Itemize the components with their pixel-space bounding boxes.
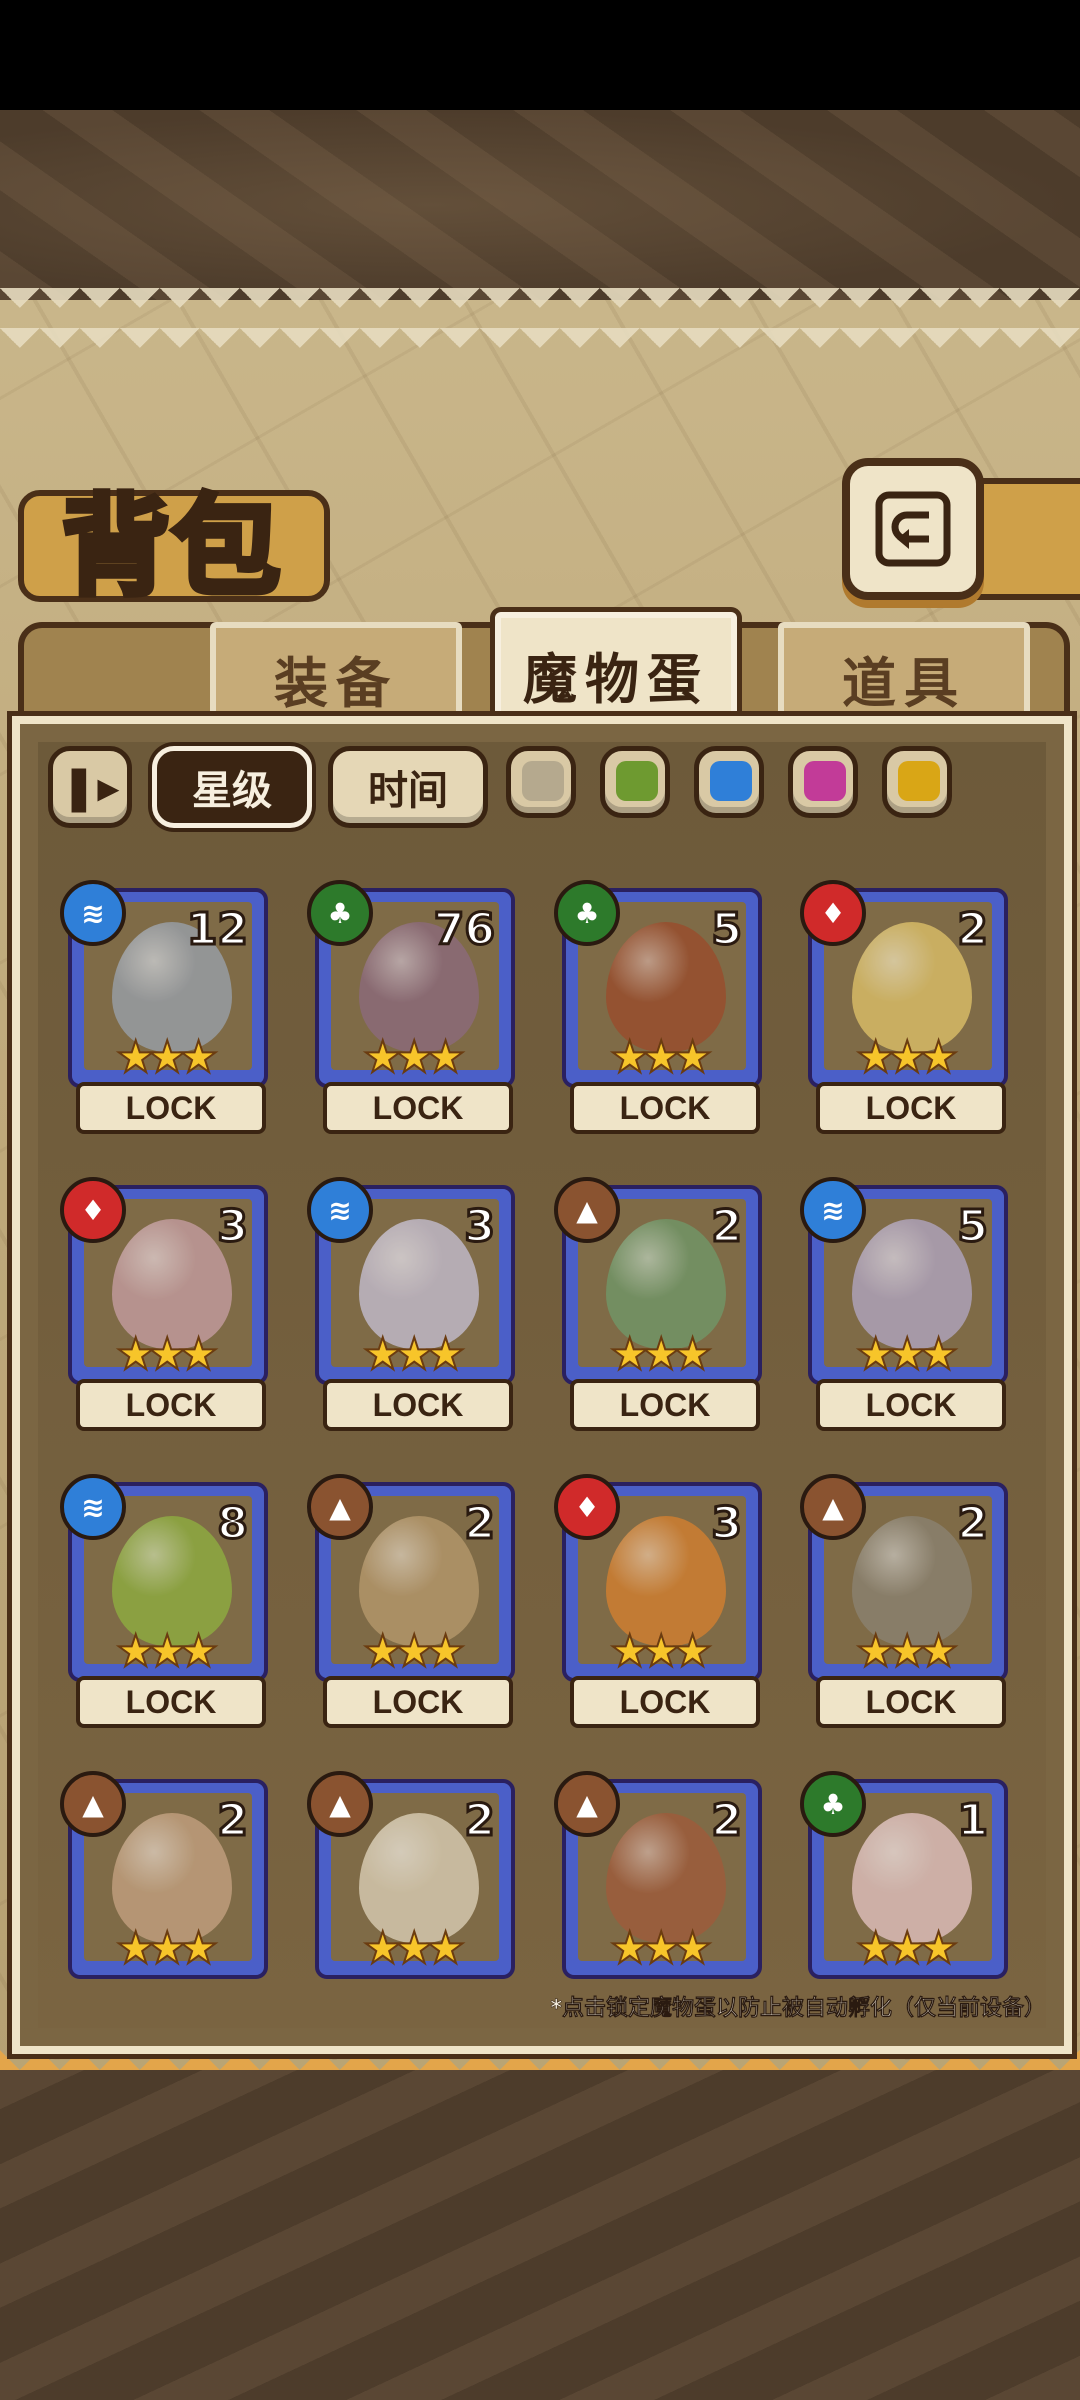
filter-color-gray[interactable] (506, 746, 576, 818)
egg-count: 2 (216, 1794, 250, 1848)
element-fire-icon: ♦ (800, 880, 866, 946)
element-leaf-icon: ♣ (800, 1771, 866, 1837)
egg-count: 2 (463, 1794, 497, 1848)
element-earth-icon: ▲ (554, 1771, 620, 1837)
status-bar (0, 0, 1080, 110)
filter-color-yellow[interactable] (882, 746, 952, 818)
sort-toggle-icon: ❚▸ (60, 761, 120, 813)
background-map-top (0, 110, 1080, 300)
egg-count: 2 (710, 1794, 744, 1848)
element-fire-icon: ♦ (60, 1177, 126, 1243)
element-leaf-icon: ♣ (554, 880, 620, 946)
egg-card[interactable]: 3 ★★★ ♦ LOCK (60, 1177, 268, 1431)
lock-button[interactable]: LOCK (323, 1676, 513, 1728)
lock-button[interactable]: LOCK (816, 1379, 1006, 1431)
egg-stars: ★★★ (855, 1922, 959, 1975)
filter-time-button[interactable]: 时间 (328, 746, 488, 828)
egg-stars: ★★★ (362, 1922, 466, 1975)
egg-stars: ★★★ (362, 1031, 466, 1084)
element-earth-icon: ▲ (554, 1177, 620, 1243)
egg-count: 3 (216, 1200, 250, 1254)
egg-card[interactable]: 5 ★★★ ≋ LOCK (800, 1177, 1008, 1431)
egg-stars: ★★★ (609, 1328, 713, 1381)
egg-stars: ★★★ (855, 1625, 959, 1678)
egg-card[interactable]: 5 ★★★ ♣ LOCK (554, 880, 762, 1134)
element-water-icon: ≋ (60, 1474, 126, 1540)
egg-card[interactable]: 2 ★★★ ▲ LOCK (800, 1474, 1008, 1728)
swatch-pink (804, 761, 846, 801)
back-arrow-icon (875, 491, 951, 567)
egg-stars: ★★★ (609, 1031, 713, 1084)
sort-toggle-button[interactable]: ❚▸ (48, 746, 132, 828)
element-earth-icon: ▲ (800, 1474, 866, 1540)
element-earth-icon: ▲ (60, 1771, 126, 1837)
lock-button[interactable]: LOCK (570, 1082, 760, 1134)
egg-count: 1 (956, 1794, 990, 1848)
egg-card[interactable]: 2 ★★★ ▲ (554, 1771, 762, 2009)
paper-torn-edge-top (0, 288, 1080, 348)
page-title: 背包 (59, 482, 283, 613)
egg-stars: ★★★ (609, 1625, 713, 1678)
egg-card[interactable]: 3 ★★★ ♦ LOCK (554, 1474, 762, 1728)
egg-stars: ★★★ (609, 1922, 713, 1975)
egg-count: 76 (432, 903, 496, 957)
lock-button[interactable]: LOCK (76, 1379, 266, 1431)
element-water-icon: ≋ (800, 1177, 866, 1243)
egg-stars: ★★★ (855, 1031, 959, 1084)
lock-button[interactable]: LOCK (816, 1082, 1006, 1134)
swatch-blue (710, 761, 752, 801)
element-earth-icon: ▲ (307, 1474, 373, 1540)
filter-color-green[interactable] (600, 746, 670, 818)
lock-button[interactable]: LOCK (76, 1082, 266, 1134)
lock-button[interactable]: LOCK (323, 1379, 513, 1431)
egg-stars: ★★★ (362, 1328, 466, 1381)
egg-stars: ★★★ (115, 1031, 219, 1084)
egg-count: 3 (710, 1497, 744, 1551)
egg-card[interactable]: 2 ★★★ ▲ (307, 1771, 515, 2009)
egg-count: 8 (216, 1497, 250, 1551)
egg-count: 5 (710, 903, 744, 957)
element-water-icon: ≋ (60, 880, 126, 946)
egg-card[interactable]: 3 ★★★ ≋ LOCK (307, 1177, 515, 1431)
egg-card[interactable]: 8 ★★★ ≋ LOCK (60, 1474, 268, 1728)
filter-color-blue[interactable] (694, 746, 764, 818)
egg-card[interactable]: 2 ★★★ ▲ LOCK (307, 1474, 515, 1728)
lock-button[interactable]: LOCK (323, 1082, 513, 1134)
swatch-yellow (898, 761, 940, 801)
egg-stars: ★★★ (115, 1922, 219, 1975)
egg-count: 2 (710, 1200, 744, 1254)
back-button[interactable] (842, 458, 984, 600)
filter-star-button[interactable]: 星级 (152, 746, 312, 828)
egg-card[interactable]: 2 ★★★ ♦ LOCK (800, 880, 1008, 1134)
egg-stars: ★★★ (115, 1328, 219, 1381)
lock-footnote: *点击锁定魔物蛋以防止被自动孵化（仅当前设备） (550, 1996, 1046, 2022)
egg-count: 2 (463, 1497, 497, 1551)
egg-count: 5 (956, 1200, 990, 1254)
element-fire-icon: ♦ (554, 1474, 620, 1540)
swatch-gray (522, 761, 564, 801)
egg-stars: ★★★ (362, 1625, 466, 1678)
lock-button[interactable]: LOCK (570, 1379, 760, 1431)
egg-stars: ★★★ (115, 1625, 219, 1678)
element-earth-icon: ▲ (307, 1771, 373, 1837)
egg-count: 2 (956, 1497, 990, 1551)
egg-count: 12 (185, 903, 249, 957)
background-map-bottom (0, 2070, 1080, 2400)
egg-card[interactable]: 2 ★★★ ▲ LOCK (554, 1177, 762, 1431)
egg-card[interactable]: 1 ★★★ ♣ (800, 1771, 1008, 2009)
lock-button[interactable]: LOCK (570, 1676, 760, 1728)
element-leaf-icon: ♣ (307, 880, 373, 946)
filter-color-pink[interactable] (788, 746, 858, 818)
swatch-green (616, 761, 658, 801)
egg-card[interactable]: 76 ★★★ ♣ LOCK (307, 880, 515, 1134)
egg-card[interactable]: 2 ★★★ ▲ (60, 1771, 268, 2009)
egg-stars: ★★★ (855, 1328, 959, 1381)
egg-count: 3 (463, 1200, 497, 1254)
egg-count: 2 (956, 903, 990, 957)
lock-button[interactable]: LOCK (76, 1676, 266, 1728)
egg-card[interactable]: 12 ★★★ ≋ LOCK (60, 880, 268, 1134)
lock-button[interactable]: LOCK (816, 1676, 1006, 1728)
element-water-icon: ≋ (307, 1177, 373, 1243)
